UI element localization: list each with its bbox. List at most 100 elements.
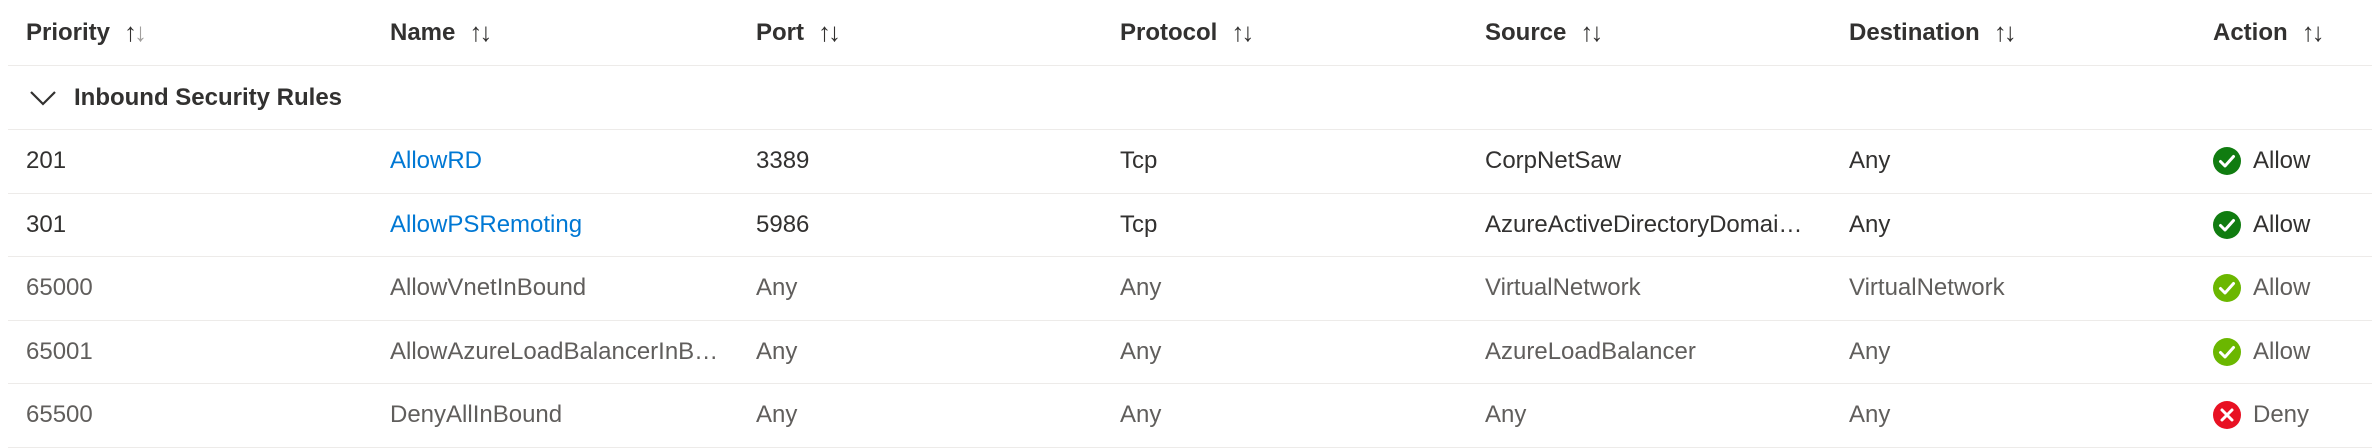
priority-value: 201: [26, 147, 67, 175]
cell-source: Any: [1485, 384, 1835, 447]
sort-up-arrow-icon: ↑: [1993, 17, 2007, 47]
priority-value: 301: [26, 210, 67, 238]
source-value: AzureLoadBalancer: [1485, 337, 1696, 365]
cell-port: Any: [756, 257, 1096, 320]
action-value: Deny: [2253, 401, 2310, 429]
chevron-down-icon[interactable]: [28, 83, 58, 113]
priority-value: 65500: [26, 401, 93, 429]
source-value: VirtualNetwork: [1485, 274, 1641, 302]
cell-name: AllowAzureLoadBalancerInB…: [390, 321, 740, 384]
table-row[interactable]: 201 AllowRD 3389 Tcp CorpNetSaw Any Allow: [8, 130, 2372, 194]
sort-down-arrow-icon: ↓: [479, 17, 490, 47]
sort-icon[interactable]: ↑ ↓: [469, 17, 489, 48]
column-header-label: Source: [1485, 18, 1567, 46]
sort-icon[interactable]: ↑ ↓: [1994, 17, 2014, 48]
cell-priority: 201: [26, 130, 356, 193]
cell-name[interactable]: AllowRD: [390, 130, 740, 193]
column-header-destination[interactable]: Destination ↑ ↓: [1849, 0, 2014, 65]
column-header-priority[interactable]: Priority ↑ ↓: [26, 0, 144, 65]
port-value: 3389: [756, 147, 810, 175]
cell-port: 5986: [756, 194, 1096, 257]
cell-action: Allow: [2213, 130, 2363, 193]
priority-value: 65001: [26, 337, 93, 365]
action-value: Allow: [2253, 147, 2311, 175]
rule-name: AllowAzureLoadBalancerInB…: [390, 337, 719, 365]
column-header-label: Action: [2213, 18, 2288, 46]
rule-name-link[interactable]: AllowRD: [390, 147, 482, 175]
group-header-content: Inbound Security Rules: [26, 66, 626, 129]
sort-icon[interactable]: ↑ ↓: [124, 17, 144, 48]
error-icon: [2213, 401, 2241, 430]
cell-protocol: Tcp: [1120, 130, 1460, 193]
column-header-port[interactable]: Port ↑ ↓: [756, 0, 838, 65]
cell-destination: Any: [1849, 194, 2189, 257]
cell-port: Any: [756, 321, 1096, 384]
column-header-action[interactable]: Action ↑ ↓: [2213, 0, 2322, 65]
security-rules-table: Priority ↑ ↓ Name ↑ ↓ Port ↑ ↓ Protocol ↑ ↓ …: [0, 0, 2372, 448]
rule-name: AllowVnetInBound: [390, 274, 587, 302]
cell-source: AzureLoadBalancer: [1485, 321, 1835, 384]
sort-icon[interactable]: ↑ ↓: [2302, 17, 2322, 48]
port-value: Any: [756, 401, 798, 429]
cell-destination: Any: [1849, 321, 2189, 384]
sort-up-arrow-icon: ↑: [124, 17, 137, 47]
sort-down-arrow-icon: ↓: [1241, 17, 1252, 47]
cell-priority: 65500: [26, 384, 356, 447]
table-header: Priority ↑ ↓ Name ↑ ↓ Port ↑ ↓ Protocol ↑ ↓ …: [8, 0, 2372, 66]
group-header-inbound[interactable]: Inbound Security Rules: [8, 66, 2372, 130]
cell-destination: Any: [1849, 130, 2189, 193]
port-value: Any: [756, 337, 798, 365]
sort-down-arrow-icon: ↓: [134, 17, 145, 47]
column-header-protocol[interactable]: Protocol ↑ ↓: [1120, 0, 1251, 65]
success-check-icon: [2213, 147, 2241, 176]
table-row[interactable]: 301 AllowPSRemoting 5986 Tcp AzureActiveDire…: [8, 194, 2372, 257]
cell-action: Allow: [2213, 321, 2363, 384]
cell-name: DenyAllInBound: [390, 384, 740, 447]
cell-name[interactable]: AllowPSRemoting: [390, 194, 740, 257]
cell-priority: 65000: [26, 257, 356, 320]
column-header-label: Port: [756, 18, 804, 46]
rule-name-link[interactable]: AllowPSRemoting: [390, 211, 582, 239]
cell-name: AllowVnetInBound: [390, 257, 740, 320]
destination-value: VirtualNetwork: [1849, 274, 2005, 302]
sort-down-arrow-icon: ↓: [828, 17, 838, 47]
cell-source: VirtualNetwork: [1485, 257, 1835, 320]
sort-icon[interactable]: ↑ ↓: [818, 17, 838, 48]
table-row[interactable]: 65001 AllowAzureLoadBalancerInB… Any Any Azu…: [8, 321, 2372, 384]
port-value: 5986: [756, 210, 810, 238]
protocol-value: Any: [1120, 401, 1162, 429]
action-value: Allow: [2253, 210, 2311, 238]
protocol-value: Tcp: [1120, 210, 1158, 238]
cell-port: Any: [756, 384, 1096, 447]
sort-down-arrow-icon: ↓: [2311, 17, 2322, 47]
destination-value: Any: [1849, 337, 1891, 365]
column-header-source[interactable]: Source ↑ ↓: [1485, 0, 1600, 65]
cell-source: AzureActiveDirectoryDomai…: [1485, 194, 1835, 257]
sort-down-arrow-icon: ↓: [1590, 17, 1601, 47]
success-check-icon: [2213, 274, 2241, 303]
destination-value: Any: [1849, 210, 1891, 238]
table-row[interactable]: 65000 AllowVnetInBound Any Any VirtualNetwor…: [8, 257, 2372, 321]
column-header-label: Priority: [26, 18, 111, 46]
cell-port: 3389: [756, 130, 1096, 193]
cell-protocol: Any: [1120, 384, 1460, 447]
protocol-value: Any: [1120, 337, 1162, 365]
table-row[interactable]: 65500 DenyAllInBound Any Any Any Any Deny: [8, 384, 2372, 448]
cell-source: CorpNetSaw: [1485, 130, 1835, 193]
cell-destination: Any: [1849, 384, 2189, 447]
sort-icon[interactable]: ↑ ↓: [1580, 17, 1600, 48]
sort-up-arrow-icon: ↑: [469, 17, 482, 47]
protocol-value: Any: [1120, 274, 1162, 302]
column-header-label: Protocol: [1120, 18, 1218, 46]
success-check-icon: [2213, 337, 2241, 366]
sort-up-arrow-icon: ↑: [818, 17, 831, 47]
sort-up-arrow-icon: ↑: [1231, 17, 1244, 47]
cell-action: Allow: [2213, 194, 2363, 257]
cell-action: Allow: [2213, 257, 2363, 320]
action-value: Allow: [2253, 337, 2311, 365]
source-value: AzureActiveDirectoryDomai…: [1485, 210, 1803, 238]
sort-icon[interactable]: ↑ ↓: [1231, 17, 1251, 48]
action-value: Allow: [2253, 274, 2311, 302]
rule-name: DenyAllInBound: [390, 401, 563, 429]
column-header-name[interactable]: Name ↑ ↓: [390, 0, 489, 65]
